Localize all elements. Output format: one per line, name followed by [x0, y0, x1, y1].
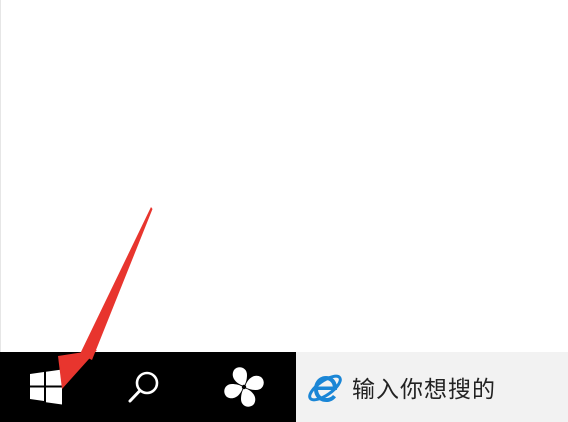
search-button[interactable] [106, 352, 182, 422]
internet-explorer-icon [304, 365, 344, 409]
windows-logo-icon [30, 369, 62, 405]
taskbar-search-box[interactable]: 输入你想搜的 [296, 352, 568, 422]
cortana-button[interactable] [206, 352, 282, 422]
cortana-icon [224, 367, 264, 407]
search-icon [128, 371, 159, 403]
desktop-area [0, 0, 568, 352]
search-placeholder: 输入你想搜的 [352, 377, 496, 403]
start-button[interactable] [10, 352, 82, 422]
